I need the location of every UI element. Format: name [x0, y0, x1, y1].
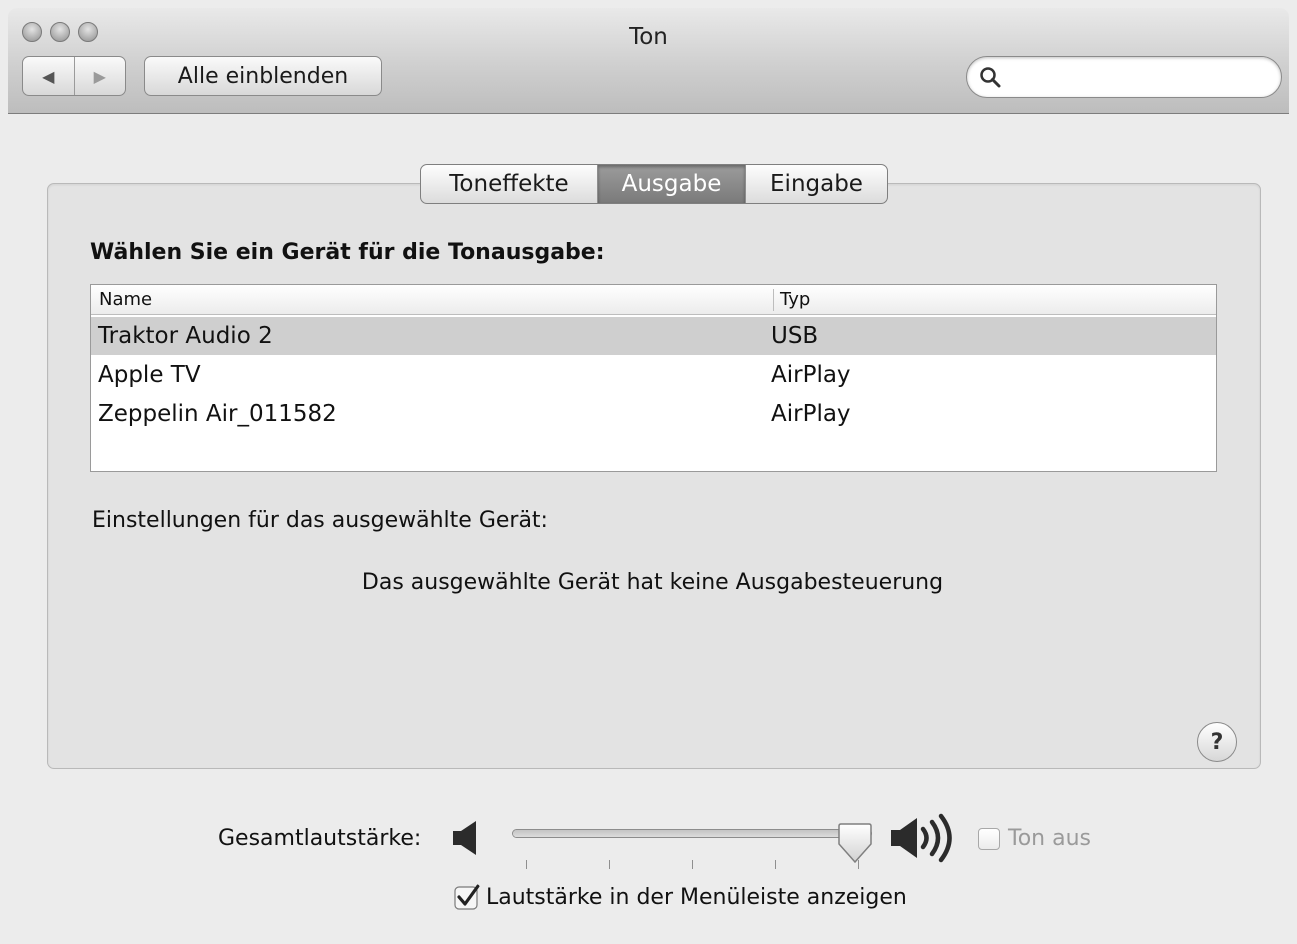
- column-header-name[interactable]: Name: [99, 289, 152, 310]
- no-control-message: Das ausgewählte Gerät hat keine Ausgabes…: [0, 570, 1297, 595]
- device-name: Zeppelin Air_011582: [98, 401, 337, 427]
- forward-button[interactable]: ▶: [73, 57, 126, 95]
- table-row[interactable]: Zeppelin Air_011582 AirPlay: [91, 395, 1216, 433]
- settings-label: Einstellungen für das ausgewählte Gerät:: [92, 508, 548, 533]
- output-panel: [47, 183, 1261, 769]
- no-control-text: Das ausgewählte Gerät hat keine Ausgabes…: [361, 570, 944, 595]
- menubar-volume-label: Lautstärke in der Menüleiste anzeigen: [486, 884, 907, 910]
- window-title: Ton: [629, 24, 668, 50]
- volume-tick: [526, 860, 527, 869]
- mute-checkbox[interactable]: Ton aus: [978, 826, 1091, 851]
- volume-slider-fill: [513, 830, 857, 837]
- window-toolbar: Ton ◀ ▶ Alle einblenden: [8, 8, 1289, 114]
- mute-label: Ton aus: [1008, 826, 1091, 851]
- table-row[interactable]: Traktor Audio 2 USB: [91, 317, 1216, 355]
- device-name: Traktor Audio 2: [98, 323, 273, 349]
- output-heading: Wählen Sie ein Gerät für die Tonausgabe:: [90, 240, 605, 265]
- device-name: Apple TV: [98, 362, 201, 388]
- volume-slider-track[interactable]: [512, 829, 872, 838]
- magnifier-icon: [980, 67, 1001, 88]
- device-type: AirPlay: [771, 401, 851, 427]
- volume-tick: [692, 860, 693, 869]
- help-icon: ?: [1210, 729, 1224, 755]
- speaker-low-icon: [453, 821, 476, 855]
- mute-checkbox-box[interactable]: [978, 827, 1000, 850]
- tab-bar: Toneffekte Ausgabe Eingabe: [420, 164, 888, 204]
- volume-slider-thumb[interactable]: [838, 822, 872, 864]
- search-input[interactable]: [1007, 63, 1271, 91]
- show-all-button[interactable]: Alle einblenden: [144, 56, 382, 96]
- search-field[interactable]: [966, 56, 1282, 98]
- back-arrow-icon: ◀: [42, 66, 55, 86]
- column-header-type[interactable]: Typ: [773, 289, 810, 311]
- table-header: Name Typ: [91, 285, 1216, 315]
- device-type: USB: [771, 323, 819, 349]
- tab-eingabe[interactable]: Eingabe: [745, 165, 887, 203]
- speaker-high-icon: [891, 813, 952, 863]
- device-type: AirPlay: [771, 362, 851, 388]
- volume-label: Gesamtlautstärke:: [218, 826, 422, 851]
- forward-arrow-icon: ▶: [93, 66, 106, 86]
- volume-tick: [775, 860, 776, 869]
- tab-ausgabe[interactable]: Ausgabe: [597, 165, 745, 203]
- volume-tick: [609, 860, 610, 869]
- device-table: Name Typ Traktor Audio 2 USB Apple TV Ai…: [90, 284, 1217, 472]
- show-volume-in-menubar-checkbox[interactable]: Lautstärke in der Menüleiste anzeigen: [454, 884, 907, 910]
- back-button[interactable]: ◀: [23, 57, 74, 95]
- table-row[interactable]: Apple TV AirPlay: [91, 356, 1216, 394]
- checkmark-icon[interactable]: [454, 884, 480, 910]
- tab-toneffekte[interactable]: Toneffekte: [421, 165, 597, 203]
- history-navigation: ◀ ▶: [22, 56, 126, 96]
- help-button[interactable]: ?: [1197, 722, 1237, 762]
